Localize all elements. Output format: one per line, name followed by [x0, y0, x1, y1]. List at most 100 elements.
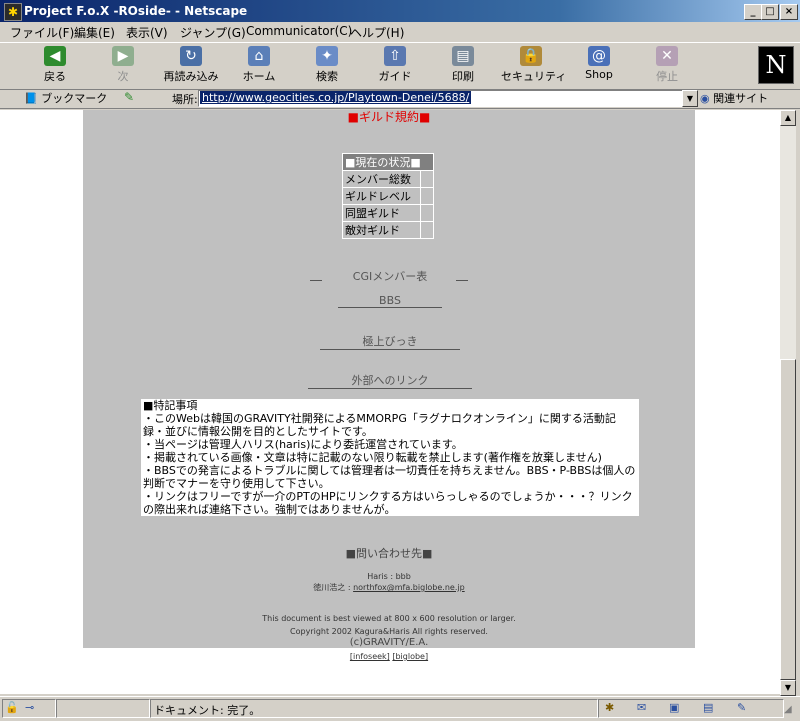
- back-arrow-icon: ◀: [44, 46, 66, 66]
- bbs-link[interactable]: BBS: [338, 294, 442, 308]
- forward-label: 次: [117, 70, 129, 83]
- guild-rules-heading[interactable]: ■ギルド規約■: [83, 108, 695, 125]
- print-button[interactable]: ▤ 印刷: [433, 46, 493, 84]
- back-label: 戻る: [44, 70, 66, 83]
- page-proxy-icon[interactable]: ✎: [124, 90, 134, 104]
- related-sites-icon: ◉: [700, 92, 710, 105]
- menu-edit[interactable]: 編集(E): [74, 24, 115, 41]
- menu-view[interactable]: 表示(V): [126, 24, 168, 41]
- resize-grip-icon[interactable]: ◢: [784, 704, 792, 715]
- reload-label: 再読み込み: [163, 70, 219, 83]
- guide-label: ガイド: [378, 70, 412, 83]
- address-book-icon[interactable]: ▤: [703, 701, 713, 714]
- search-label: 検索: [316, 70, 338, 83]
- stop-icon: ✕: [656, 46, 678, 66]
- progress-panel: [56, 699, 150, 718]
- status-label: 同盟ギルド: [342, 204, 421, 222]
- window-title: Project F.o.X -ROside- - Netscape: [24, 4, 248, 18]
- menu-go[interactable]: ジャンプ(G): [180, 24, 246, 41]
- forward-button[interactable]: ▶ 次: [93, 46, 153, 84]
- home-button[interactable]: ⌂ ホーム: [229, 46, 289, 84]
- security-lock-icon[interactable]: 🔓: [5, 701, 19, 714]
- biglobe-link[interactable]: [biglobe]: [392, 652, 428, 661]
- navigator-icon[interactable]: ✱: [605, 701, 614, 714]
- close-button[interactable]: ×: [780, 4, 798, 20]
- related-sites-button[interactable]: ◉ 関連サイト: [700, 90, 768, 106]
- cgi-members-link[interactable]: CGIメンバー表: [330, 268, 450, 284]
- printer-icon: ▤: [452, 46, 474, 66]
- menu-file[interactable]: ファイル(F): [10, 24, 74, 41]
- url-dropdown-button[interactable]: ▼: [682, 90, 698, 107]
- shop-bag-icon: @: [588, 46, 610, 66]
- contact-email-link[interactable]: northfox@mfa.biglobe.ne.jp: [353, 583, 465, 592]
- status-text-panel: ドキュメント: 完了。: [150, 699, 598, 718]
- title-bar: ✱ Project F.o.X -ROside- - Netscape _ □ …: [0, 0, 800, 22]
- notes-box: ■特記事項 ・このWebは韓国のGRAVITY社開発によるMMORPG「ラグナロ…: [141, 399, 639, 516]
- gravity-copyright: (c)GRAVITY/E.A.: [349, 637, 429, 648]
- search-button[interactable]: ✦ 検索: [297, 46, 357, 84]
- search-icon: ✦: [316, 46, 338, 66]
- table-row: ギルドレベル: [342, 187, 434, 205]
- status-label: 敵対ギルド: [342, 221, 421, 239]
- infoseek-link[interactable]: [infoseek]: [350, 652, 390, 661]
- notes-line: ・このWebは韓国のGRAVITY社開発によるMMORPG「ラグナロクオンライン…: [143, 412, 616, 438]
- table-row: 敵対ギルド: [342, 221, 434, 239]
- copyright-text: Copyright 2002 Kagura&Haris All rights r…: [290, 627, 488, 636]
- link-underline: [310, 280, 322, 281]
- connection-panel: 🔓 ⊸: [2, 699, 56, 718]
- notes-line: ・掲載されている画像・文章は特に記載のない限り転載を禁止します(著作権を放棄しま…: [143, 451, 602, 464]
- bookmark-book-icon: 📘: [24, 92, 38, 105]
- status-label: メンバー総数: [342, 170, 421, 188]
- online-plug-icon[interactable]: ⊸: [25, 701, 34, 714]
- menu-help[interactable]: ヘルプ(H): [350, 24, 404, 41]
- home-icon: ⌂: [248, 46, 270, 66]
- stop-label: 停止: [656, 70, 678, 83]
- location-label: 場所:: [172, 93, 198, 106]
- scrollbar-thumb[interactable]: [780, 359, 796, 680]
- shop-button[interactable]: @ Shop: [569, 46, 629, 84]
- security-label: セキュリティ: [501, 70, 567, 83]
- link-underline: [456, 280, 468, 281]
- table-row: 同盟ギルド: [342, 204, 434, 222]
- scroll-down-button[interactable]: ▼: [780, 680, 796, 696]
- notes-title: ■特記事項: [143, 399, 198, 412]
- minimize-button[interactable]: _: [744, 4, 762, 20]
- shop-label: Shop: [585, 68, 613, 81]
- scroll-up-button[interactable]: ▲: [780, 110, 796, 126]
- banner-links: [infoseek] [biglobe]: [83, 652, 695, 661]
- table-row: メンバー総数: [342, 170, 434, 188]
- home-label: ホーム: [242, 70, 276, 83]
- component-bar: ✱ ✉ ▣ ▤ ✎: [598, 699, 784, 718]
- contact-person: 徳川浩之 :: [313, 583, 351, 592]
- security-button[interactable]: 🔒 セキュリティ: [501, 46, 567, 84]
- back-button[interactable]: ◀ 戻る: [25, 46, 85, 84]
- newsgroups-icon[interactable]: ▣: [669, 701, 679, 714]
- url-text[interactable]: http://www.geocities.co.jp/Playtown-Dene…: [200, 91, 472, 104]
- notes-line: ・当ページは管理人ハリス(haris)により委託運営されています。: [143, 438, 463, 451]
- netscape-logo-icon[interactable]: N: [758, 46, 794, 84]
- reload-button[interactable]: ↻ 再読み込み: [161, 46, 221, 84]
- notes-line: ・リンクはフリーですが一介のPTのHPにリンクする方はいらっしゃるのでしょうか・…: [143, 490, 633, 516]
- contact-heading: ■問い合わせ先■: [345, 547, 433, 560]
- guide-icon: ⇧: [384, 46, 406, 66]
- menu-communicator[interactable]: Communicator(C): [246, 24, 352, 38]
- notes-line: ・BBSでの発言によるトラブルに関しては管理者は一切責任を持ちえません。BBS・…: [143, 464, 636, 490]
- forward-arrow-icon: ▶: [112, 46, 134, 66]
- guide-button[interactable]: ⇧ ガイド: [365, 46, 425, 84]
- contact-name: Haris : bbb: [367, 572, 411, 581]
- bookmarks-button[interactable]: 📘 ブックマーク: [24, 90, 107, 106]
- mail-icon[interactable]: ✉: [637, 701, 646, 714]
- print-label: 印刷: [452, 70, 474, 83]
- bookmarks-label: ブックマーク: [41, 92, 108, 105]
- lock-icon: 🔒: [520, 46, 542, 66]
- netscape-app-icon[interactable]: ✱: [4, 3, 22, 21]
- stop-button[interactable]: ✕ 停止: [637, 46, 697, 84]
- status-table-header: ■現在の状況■: [342, 153, 434, 171]
- external-links-link[interactable]: 外部へのリンク: [308, 372, 472, 389]
- gokujou-link[interactable]: 極上びっき: [320, 333, 460, 350]
- related-sites-label: 関連サイト: [713, 92, 769, 105]
- best-viewed-note: This document is best viewed at 800 x 60…: [262, 614, 516, 623]
- composer-icon[interactable]: ✎: [737, 701, 746, 714]
- maximize-button[interactable]: □: [761, 4, 779, 20]
- status-table: ■現在の状況■ メンバー総数 ギルドレベル 同盟ギルド 敵対ギルド: [342, 153, 434, 239]
